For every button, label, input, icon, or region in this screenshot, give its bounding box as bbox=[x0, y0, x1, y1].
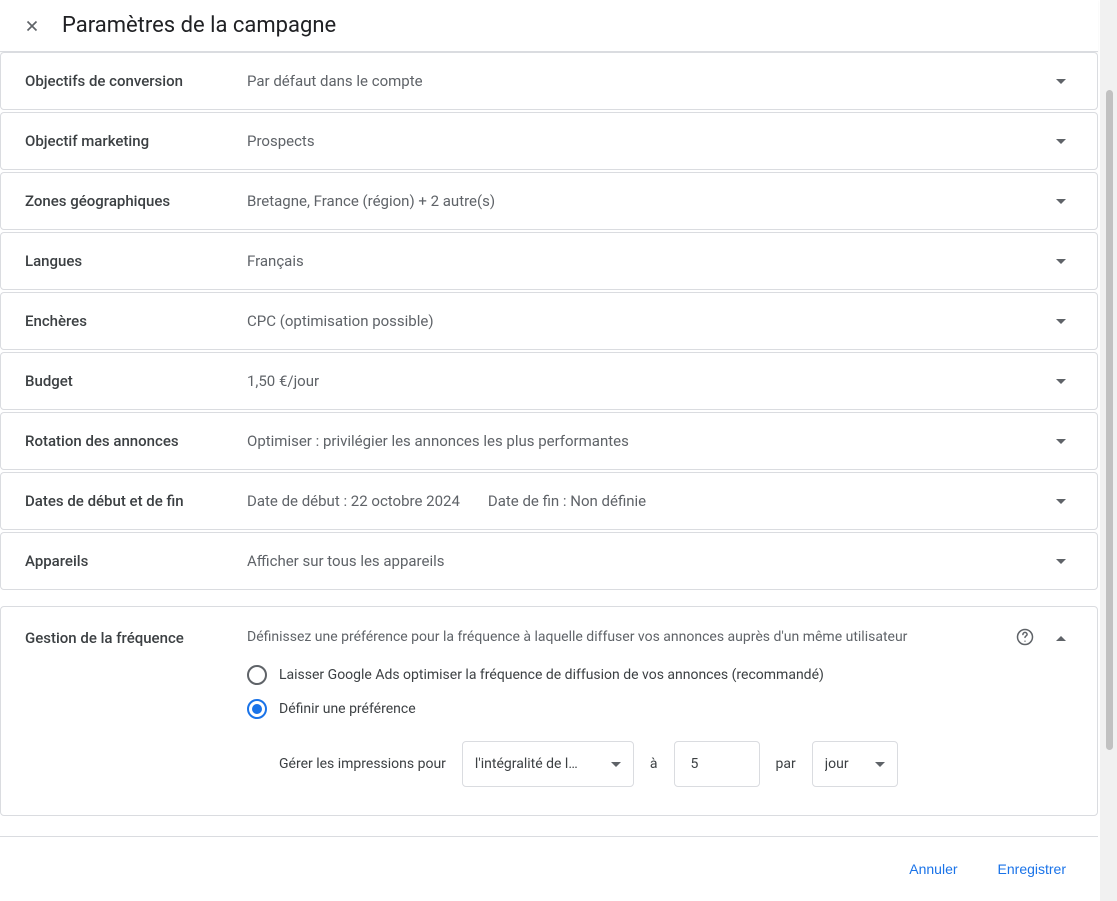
chevron-down-icon bbox=[1049, 549, 1073, 573]
cancel-button[interactable]: Annuler bbox=[901, 855, 965, 883]
row-start-end-dates[interactable]: Dates de début et de fin Date de début :… bbox=[0, 472, 1098, 530]
row-label: Gestion de la fréquence bbox=[25, 627, 247, 647]
row-value: Afficher sur tous les appareils bbox=[247, 552, 1049, 570]
count-value[interactable] bbox=[691, 756, 743, 772]
chevron-down-icon bbox=[1049, 249, 1073, 273]
radio-option-auto[interactable]: Laisser Google Ads optimiser la fréquenc… bbox=[247, 665, 1003, 685]
row-value: Français bbox=[247, 252, 1049, 270]
row-value: Optimiser : privilégier les annonces les… bbox=[247, 432, 1049, 450]
row-devices[interactable]: Appareils Afficher sur tous les appareil… bbox=[0, 532, 1098, 590]
end-date-value: Date de fin : Non définie bbox=[488, 492, 646, 510]
close-icon bbox=[23, 17, 41, 35]
campaign-settings-modal: Paramètres de la campagne Objectifs de c… bbox=[0, 0, 1098, 901]
dropdown-value: jour bbox=[825, 756, 867, 772]
chevron-up-icon[interactable] bbox=[1049, 627, 1073, 651]
radio-checked-icon bbox=[247, 699, 267, 719]
modal-title: Paramètres de la campagne bbox=[62, 13, 336, 38]
radio-label: Définir une préférence bbox=[279, 701, 416, 717]
chevron-down-icon bbox=[1049, 129, 1073, 153]
scrollbar-track bbox=[1100, 0, 1117, 901]
save-button[interactable]: Enregistrer bbox=[990, 855, 1074, 883]
radio-label: Laisser Google Ads optimiser la fréquenc… bbox=[279, 667, 824, 683]
chevron-down-icon bbox=[1049, 489, 1073, 513]
modal-header: Paramètres de la campagne bbox=[0, 0, 1098, 52]
impression-count-input[interactable] bbox=[674, 741, 760, 787]
row-conversion-objectives[interactable]: Objectifs de conversion Par défaut dans … bbox=[0, 52, 1098, 110]
chevron-down-icon bbox=[1049, 429, 1073, 453]
per-label: par bbox=[776, 756, 796, 772]
row-frequency-management: Gestion de la fréquence Définissez une p… bbox=[0, 606, 1098, 816]
row-label: Dates de début et de fin bbox=[25, 492, 247, 510]
chevron-down-icon bbox=[1049, 369, 1073, 393]
dropdown-arrow-icon bbox=[875, 762, 885, 767]
row-value: Par défaut dans le compte bbox=[247, 72, 1049, 90]
to-label: à bbox=[650, 756, 658, 772]
row-ad-rotation[interactable]: Rotation des annonces Optimiser : privil… bbox=[0, 412, 1098, 470]
chevron-down-icon bbox=[1049, 69, 1073, 93]
frequency-preference-controls: Gérer les impressions pour l'intégralité… bbox=[279, 741, 1003, 787]
help-icon[interactable] bbox=[1015, 627, 1035, 647]
scope-dropdown[interactable]: l'intégralité de l… bbox=[462, 741, 634, 787]
row-label: Enchères bbox=[25, 312, 247, 330]
row-label: Rotation des annonces bbox=[25, 432, 247, 450]
row-label: Zones géographiques bbox=[25, 192, 247, 210]
row-value: 1,50 €/jour bbox=[247, 372, 1049, 390]
chevron-down-icon bbox=[1049, 189, 1073, 213]
period-dropdown[interactable]: jour bbox=[812, 741, 898, 787]
chevron-down-icon bbox=[1049, 309, 1073, 333]
row-label: Appareils bbox=[25, 552, 247, 570]
row-value: Bretagne, France (région) + 2 autre(s) bbox=[247, 192, 1049, 210]
row-marketing-objective[interactable]: Objectif marketing Prospects bbox=[0, 112, 1098, 170]
scrollbar-thumb[interactable] bbox=[1106, 90, 1113, 750]
modal-footer: Annuler Enregistrer bbox=[0, 836, 1098, 901]
dropdown-arrow-icon bbox=[611, 762, 621, 767]
start-date-value: Date de début : 22 octobre 2024 bbox=[247, 492, 460, 510]
row-geographic-zones[interactable]: Zones géographiques Bretagne, France (ré… bbox=[0, 172, 1098, 230]
row-budget[interactable]: Budget 1,50 €/jour bbox=[0, 352, 1098, 410]
settings-content: Objectifs de conversion Par défaut dans … bbox=[0, 52, 1098, 836]
radio-unchecked-icon bbox=[247, 665, 267, 685]
frequency-description: Définissez une préférence pour la fréque… bbox=[247, 627, 1003, 647]
row-bidding[interactable]: Enchères CPC (optimisation possible) bbox=[0, 292, 1098, 350]
dropdown-value: l'intégralité de l… bbox=[475, 756, 603, 772]
radio-option-manual[interactable]: Définir une préférence bbox=[247, 699, 1003, 719]
row-value: Prospects bbox=[247, 132, 1049, 150]
close-button[interactable] bbox=[20, 14, 44, 38]
row-label: Langues bbox=[25, 252, 247, 270]
row-languages[interactable]: Langues Français bbox=[0, 232, 1098, 290]
row-label: Objectifs de conversion bbox=[25, 72, 247, 90]
row-label: Objectif marketing bbox=[25, 132, 247, 150]
row-value: CPC (optimisation possible) bbox=[247, 312, 1049, 330]
row-label: Budget bbox=[25, 372, 247, 390]
manage-impressions-label: Gérer les impressions pour bbox=[279, 756, 446, 772]
row-value: Date de début : 22 octobre 2024 Date de … bbox=[247, 492, 1049, 510]
